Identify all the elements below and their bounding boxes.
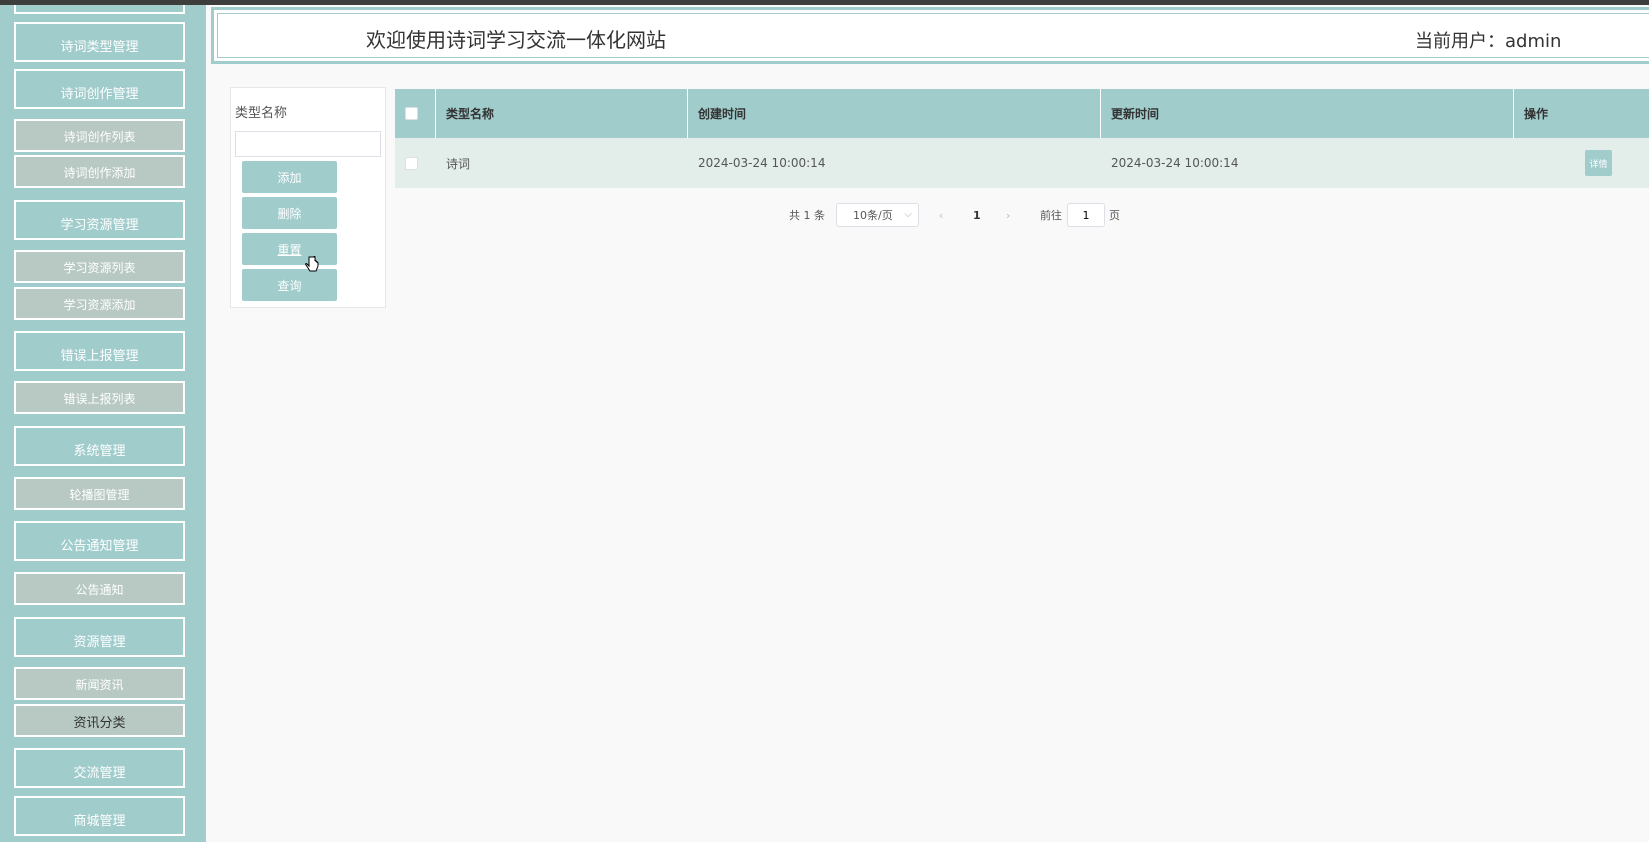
site-title: 欢迎使用诗词学习交流一体化网站 <box>366 28 666 52</box>
sidebar-item-label: 公告通知 <box>75 583 124 597</box>
prev-page-icon[interactable]: ‹ <box>939 203 943 227</box>
sidebar-item-poem-type-mgmt[interactable]: 诗词类型管理 <box>14 22 185 62</box>
sidebar-item-error-report-list[interactable]: 错误上报列表 <box>14 381 185 414</box>
col-created-time[interactable]: 创建时间 <box>688 89 1101 138</box>
sidebar-item-label: 错误上报管理 <box>60 348 139 364</box>
sidebar-item-label: 交流管理 <box>73 765 126 781</box>
query-button[interactable]: 查询 <box>242 269 337 301</box>
page-header: 欢迎使用诗词学习交流一体化网站 当前用户：admin <box>211 7 1649 64</box>
col-actions: 操作 <box>1524 107 1549 121</box>
sidebar-item-system-mgmt[interactable]: 系统管理 <box>14 426 185 466</box>
sidebar-item-label: 诗词创作管理 <box>60 86 139 102</box>
sidebar-item-label: 学习资源管理 <box>60 217 139 233</box>
pagination-total: 共 1 条 <box>789 209 825 222</box>
sidebar-item-label: 公告通知管理 <box>60 538 139 554</box>
sidebar-item-label: 诗词创作添加 <box>63 166 136 180</box>
sidebar-item-resource-mgmt[interactable]: 资源管理 <box>14 617 185 657</box>
page-suffix: 页 <box>1109 209 1120 222</box>
chevron-down-icon: ⌵ <box>904 209 912 220</box>
type-name-input[interactable] <box>235 131 381 157</box>
sidebar-item-label: 错误上报列表 <box>63 392 136 406</box>
sidebar-item-label: 学习资源添加 <box>63 298 136 312</box>
sidebar-item-poem-creation-add[interactable]: 诗词创作添加 <box>14 155 185 188</box>
goto-page-input[interactable] <box>1067 203 1105 227</box>
sidebar-item-notice[interactable]: 公告通知 <box>14 572 185 605</box>
table-header: 类型名称 创建时间 更新时间 操作 <box>395 89 1649 138</box>
sidebar-item-mall-mgmt[interactable]: 商城管理 <box>14 796 185 836</box>
table-row: 诗词 2024-03-24 10:00:14 2024-03-24 10:00:… <box>395 138 1649 188</box>
type-name-label: 类型名称 <box>235 106 288 121</box>
delete-button[interactable]: 删除 <box>242 197 337 229</box>
sidebar-item-exchange-mgmt[interactable]: 交流管理 <box>14 748 185 788</box>
current-user: 当前用户：admin <box>1415 31 1562 52</box>
sidebar-item-error-report-mgmt[interactable]: 错误上报管理 <box>14 331 185 371</box>
page-size-select[interactable]: 10条/页 ⌵ <box>836 203 919 227</box>
sidebar-item-learning-resource-list[interactable]: 学习资源列表 <box>14 250 185 283</box>
sidebar-item-news-category[interactable]: 资讯分类 <box>14 704 185 737</box>
sidebar-item-label: 系统管理 <box>73 443 126 459</box>
col-type-name[interactable]: 类型名称 <box>436 89 688 138</box>
select-all-checkbox[interactable] <box>405 107 418 120</box>
sidebar-item-label: 商城管理 <box>73 813 126 829</box>
sidebar-item-poem-creation-mgmt[interactable]: 诗词创作管理 <box>14 69 185 109</box>
sidebar-item-learning-resource-mgmt[interactable]: 学习资源管理 <box>14 200 185 240</box>
window-top-strip <box>0 0 1649 5</box>
cell-type-name: 诗词 <box>446 156 471 171</box>
header-frame: 欢迎使用诗词学习交流一体化网站 当前用户：admin <box>217 13 1649 58</box>
sidebar-item-label: 新闻资讯 <box>75 678 124 692</box>
col-updated-time[interactable]: 更新时间 <box>1101 89 1514 138</box>
sidebar-item-carousel-mgmt[interactable]: 轮播图管理 <box>14 477 185 510</box>
reset-button[interactable]: 重置 <box>242 233 337 265</box>
row-select-cell <box>395 138 436 188</box>
search-panel: 类型名称 添加 删除 重置 查询 <box>230 87 386 308</box>
sidebar: 诗词类型管理 诗词创作管理 诗词创作列表 诗词创作添加 学习资源管理 学习资源列… <box>0 5 206 842</box>
goto-label: 前往 <box>1040 209 1062 222</box>
row-checkbox[interactable] <box>405 156 418 170</box>
select-all-cell <box>395 89 436 138</box>
next-page-icon[interactable]: › <box>1006 203 1010 227</box>
hand-cursor-icon <box>305 256 319 272</box>
sidebar-item-learning-resource-add[interactable]: 学习资源添加 <box>14 287 185 320</box>
detail-button[interactable]: 详情 <box>1585 150 1612 176</box>
sidebar-item-label: 诗词创作列表 <box>63 130 136 144</box>
page-size-value: 10条/页 <box>853 209 893 222</box>
add-button[interactable]: 添加 <box>242 161 337 193</box>
sidebar-item-notice-mgmt[interactable]: 公告通知管理 <box>14 521 185 561</box>
page-number-current[interactable]: 1 <box>973 203 981 227</box>
sidebar-item-label: 轮播图管理 <box>69 488 130 502</box>
sidebar-item-news[interactable]: 新闻资讯 <box>14 667 185 700</box>
sidebar-item-label: 资讯分类 <box>73 716 126 731</box>
sidebar-item-poem-creation-list[interactable]: 诗词创作列表 <box>14 119 185 152</box>
sidebar-item-top[interactable] <box>14 5 185 14</box>
sidebar-item-label: 资源管理 <box>73 634 126 650</box>
sidebar-item-label: 诗词类型管理 <box>60 39 139 55</box>
sidebar-item-label: 学习资源列表 <box>63 261 136 275</box>
cell-updated-time: 2024-03-24 10:00:14 <box>1111 156 1239 170</box>
cell-created-time: 2024-03-24 10:00:14 <box>698 156 826 170</box>
